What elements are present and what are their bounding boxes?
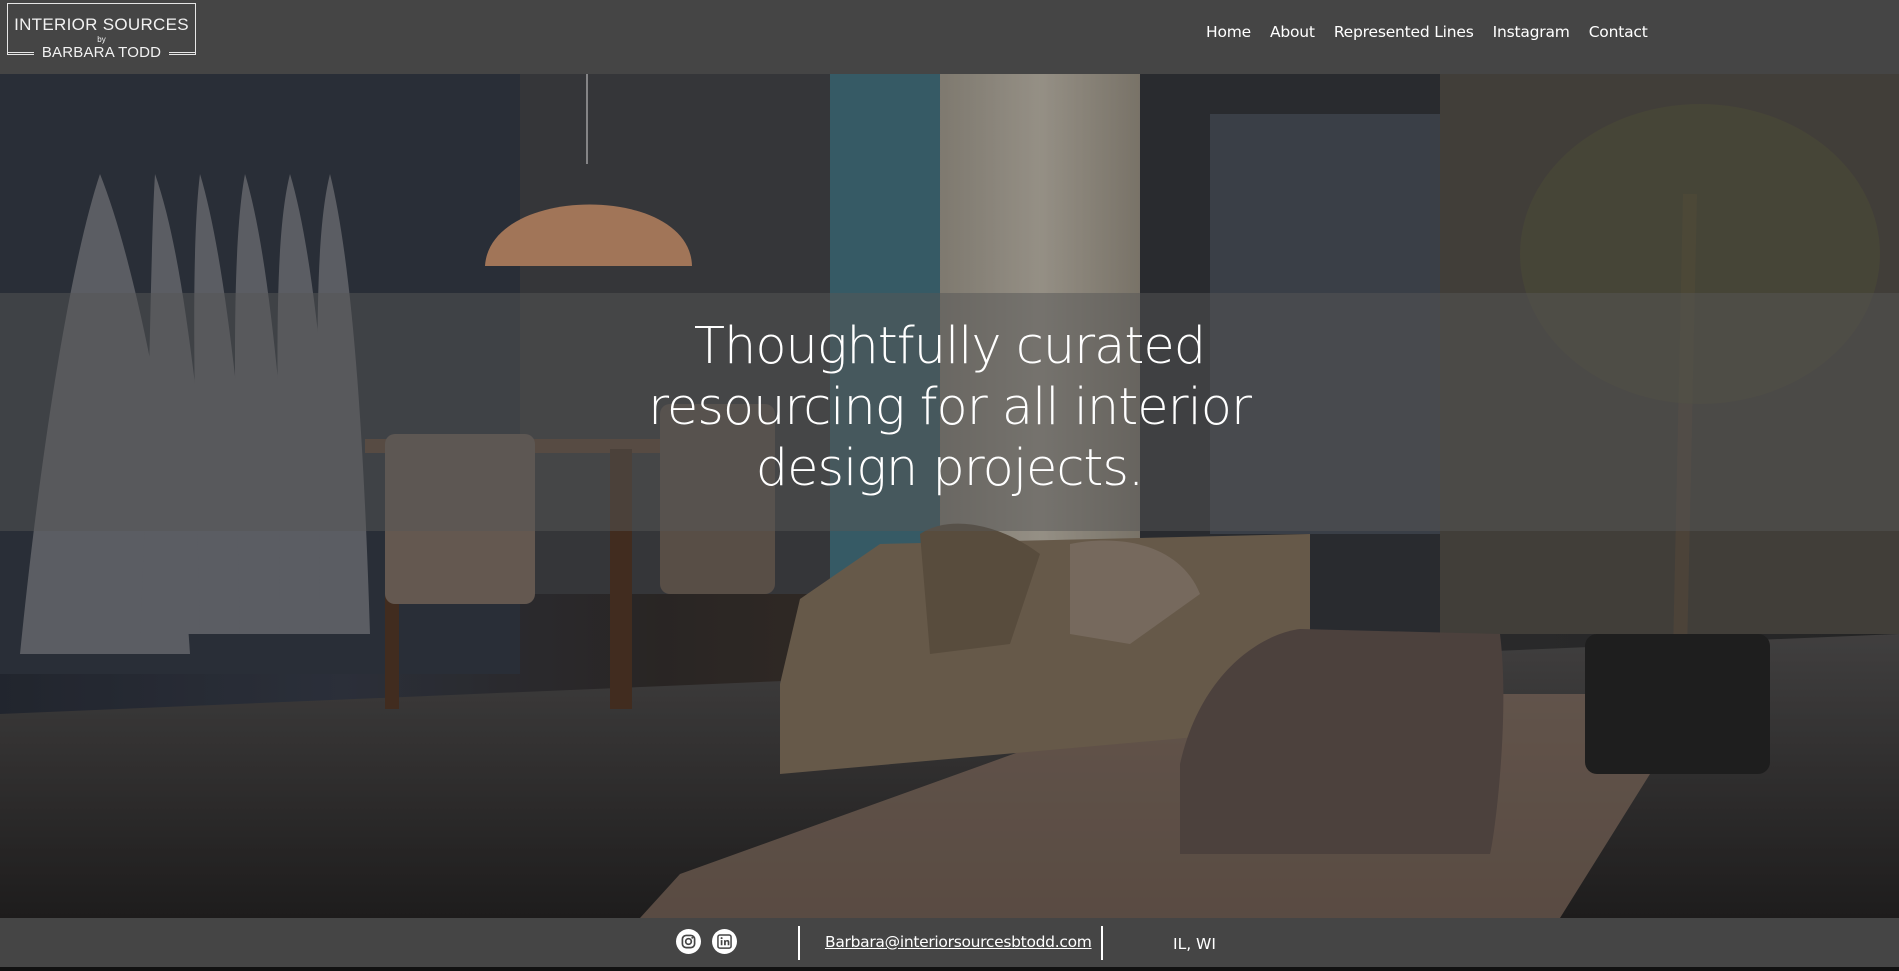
hero-section: Thoughtfully curated resourcing for all …	[0, 74, 1899, 918]
hero-headline-line-2: resourcing for all interior	[648, 378, 1252, 437]
hero-headline-line-1: Thoughtfully curated	[693, 317, 1206, 376]
brand-line-2: BARBARA TODD	[33, 43, 170, 61]
nav-home[interactable]: Home	[1206, 23, 1251, 41]
logo-rule-right	[169, 51, 197, 53]
nav-represented-lines[interactable]: Represented Lines	[1334, 23, 1474, 41]
nav-instagram[interactable]: Instagram	[1493, 23, 1570, 41]
footer-email-link[interactable]: Barbara@interiorsourcesbtodd.com	[825, 933, 1092, 951]
footer-bottom-edge	[0, 967, 1899, 971]
hero-headline-line-3: design projects.	[755, 439, 1144, 498]
logo-rule-left	[7, 51, 34, 53]
nav-contact[interactable]: Contact	[1589, 23, 1648, 41]
site-header: INTERIOR SOURCES by BARBARA TODD Home Ab…	[0, 0, 1899, 74]
instagram-icon[interactable]	[676, 929, 701, 954]
brand-line-1: INTERIOR SOURCES	[14, 15, 189, 34]
linkedin-icon[interactable]	[712, 929, 737, 954]
brand-logo[interactable]: INTERIOR SOURCES by BARBARA TODD	[7, 3, 197, 61]
footer-location: IL, WI	[1173, 935, 1216, 953]
footer-divider-right	[1101, 926, 1103, 960]
footer-divider-left	[798, 926, 800, 960]
nav-about[interactable]: About	[1270, 23, 1315, 41]
brand-line-2-wrap: BARBARA TODD	[7, 43, 197, 61]
site-footer: Barbara@interiorsourcesbtodd.com IL, WI	[0, 918, 1899, 971]
social-links	[676, 929, 737, 954]
main-nav: Home About Represented Lines Instagram C…	[1206, 23, 1667, 41]
hero-headline: Thoughtfully curated resourcing for all …	[0, 316, 1899, 499]
